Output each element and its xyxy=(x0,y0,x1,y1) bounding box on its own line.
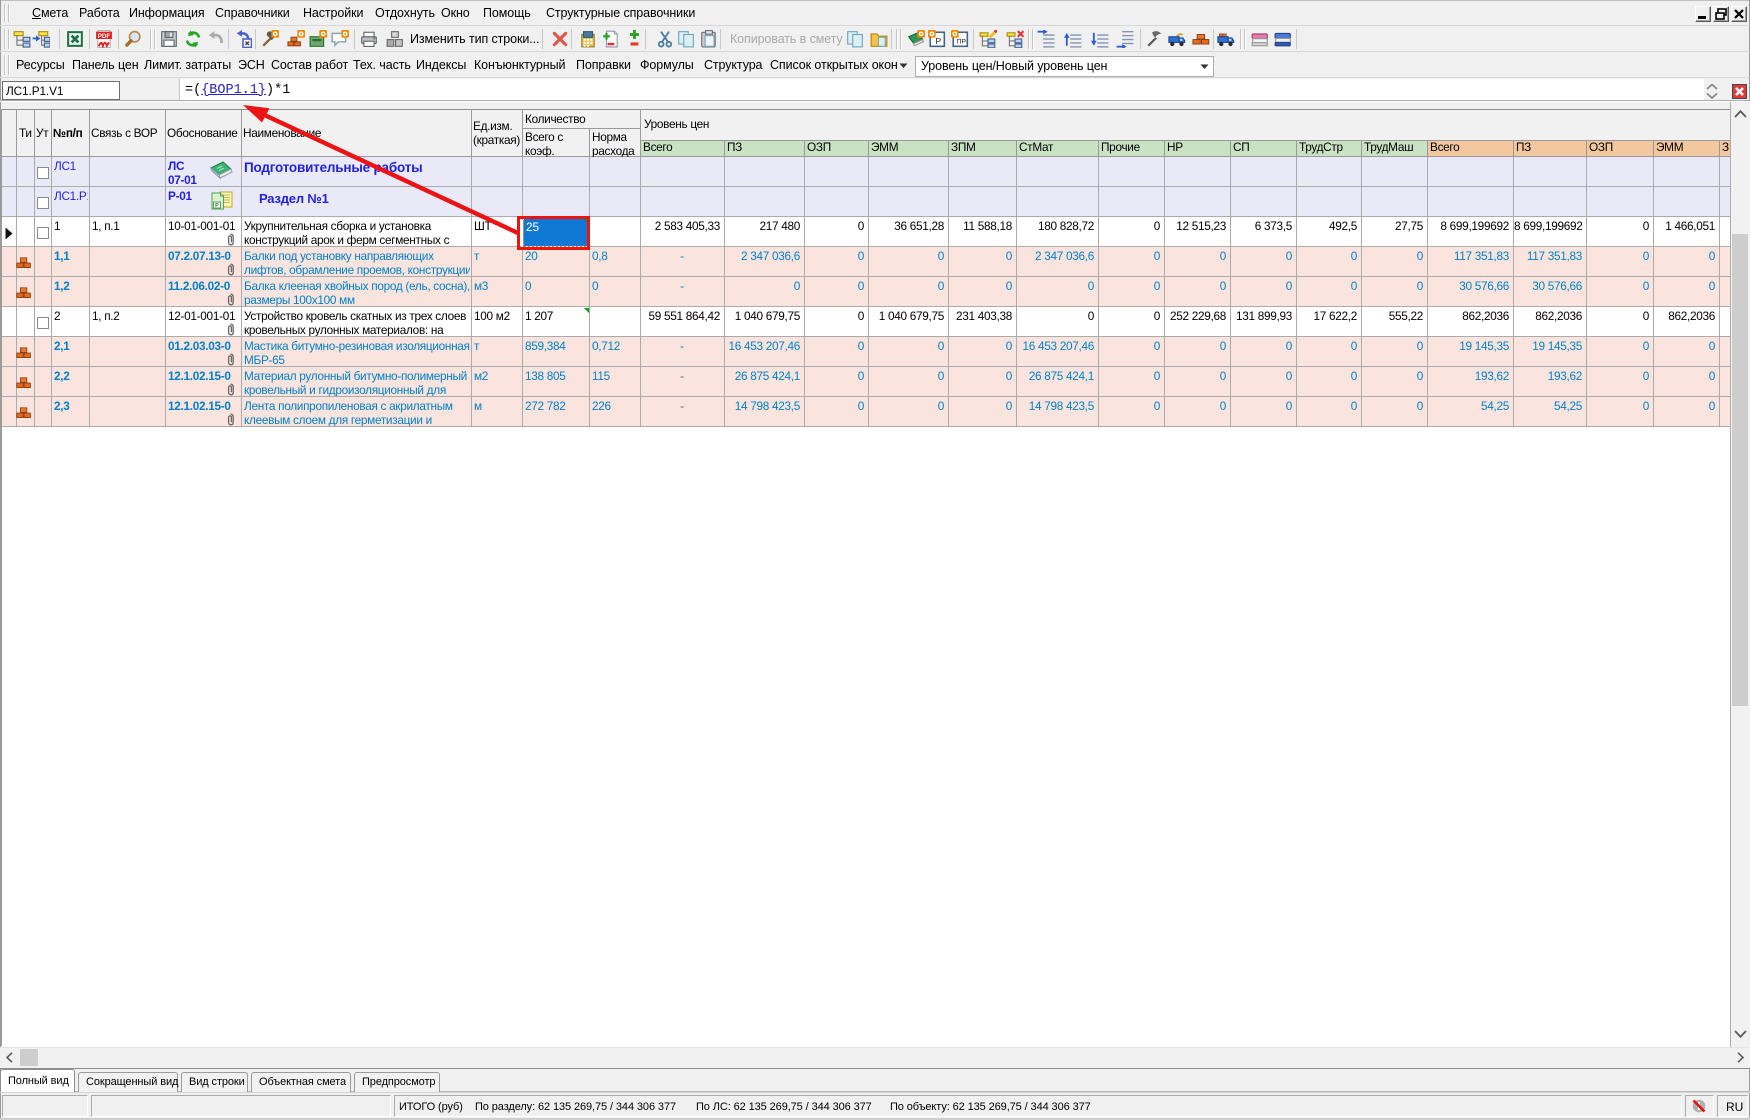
svg-text:ПР: ПР xyxy=(957,39,967,46)
svg-text:P: P xyxy=(936,36,942,46)
svg-text:PDF: PDF xyxy=(98,33,111,40)
svg-text:Р: Р xyxy=(215,203,219,209)
